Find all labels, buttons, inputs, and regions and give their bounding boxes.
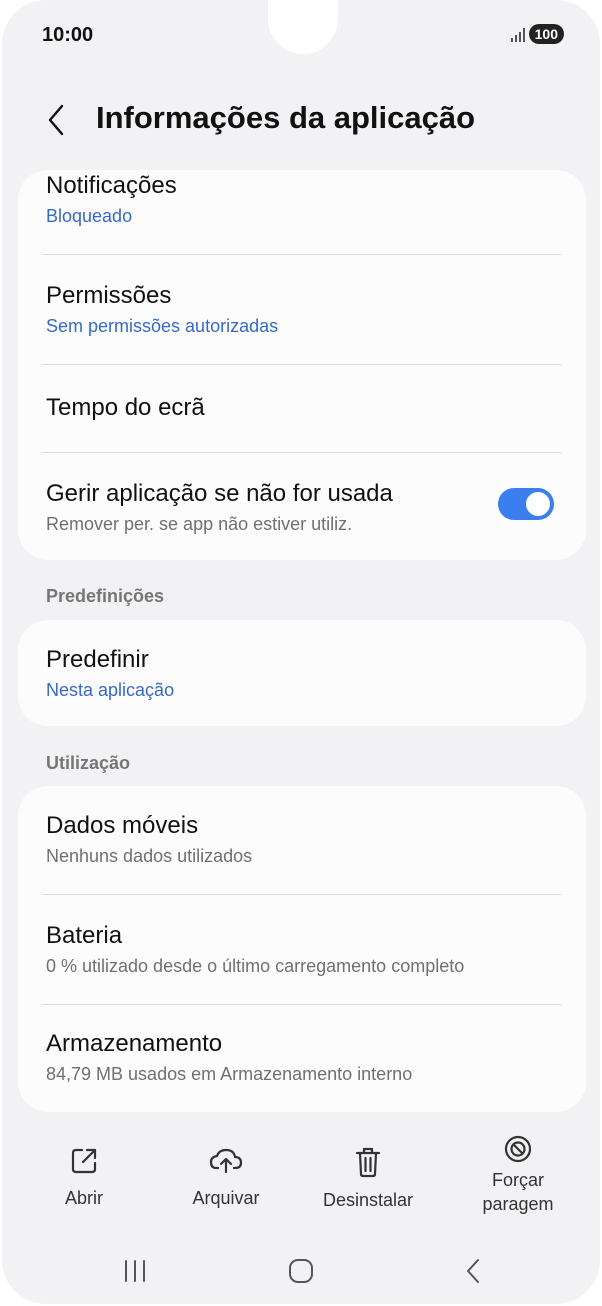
uninstall-label: Desinstalar bbox=[322, 1190, 414, 1210]
archive-button[interactable]: Arquivar bbox=[166, 1146, 286, 1210]
bottom-action-bar: Abrir Arquivar Desinstalar Forçar parage… bbox=[2, 1134, 600, 1244]
battery-indicator: 100 bbox=[528, 24, 564, 44]
status-icons: 100 bbox=[510, 24, 564, 44]
set-as-default-item[interactable]: Predefinir Nesta aplicação bbox=[46, 646, 558, 701]
trash-icon bbox=[355, 1147, 381, 1178]
camera-notch bbox=[268, 0, 338, 54]
storage-usage: 84,79 MB usados em Armazenamento interno bbox=[46, 1064, 413, 1084]
permissions-item[interactable]: Permissões Sem permissões autorizadas bbox=[46, 282, 558, 337]
open-label: Abrir bbox=[64, 1188, 103, 1208]
defaults-section-header: Predefinições bbox=[46, 586, 165, 606]
divider bbox=[42, 254, 562, 255]
permissions-title: Permissões bbox=[46, 282, 172, 309]
divider bbox=[42, 364, 562, 365]
battery-title: Bateria bbox=[46, 922, 123, 949]
manage-unused-item[interactable]: Gerir aplicação se não for usada Remover… bbox=[46, 480, 476, 535]
page-title: Informações da aplicação bbox=[96, 100, 476, 135]
manage-unused-toggle[interactable] bbox=[498, 488, 554, 520]
status-time: 10:00 bbox=[42, 24, 94, 46]
home-button[interactable] bbox=[286, 1256, 316, 1291]
system-navigation-bar bbox=[2, 1252, 600, 1292]
uninstall-button[interactable]: Desinstalar bbox=[308, 1146, 428, 1212]
mobile-data-title: Dados móveis bbox=[46, 812, 199, 839]
divider bbox=[42, 894, 562, 895]
set-as-default-status: Nesta aplicação bbox=[46, 680, 175, 700]
recent-apps-icon bbox=[125, 1260, 145, 1282]
mobile-data-item[interactable]: Dados móveis Nenhuns dados utilizados bbox=[46, 812, 558, 867]
notifications-title: Notificações bbox=[46, 172, 177, 199]
screen-time-title: Tempo do ecrã bbox=[46, 394, 205, 421]
back-nav-button[interactable] bbox=[458, 1256, 488, 1291]
permissions-status: Sem permissões autorizadas bbox=[46, 316, 279, 336]
force-stop-icon bbox=[504, 1135, 532, 1163]
home-icon bbox=[289, 1259, 313, 1283]
back-nav-icon bbox=[467, 1259, 479, 1283]
storage-title: Armazenamento bbox=[46, 1030, 223, 1057]
divider bbox=[42, 1004, 562, 1005]
screen-time-item[interactable]: Tempo do ecrã bbox=[46, 394, 558, 422]
force-stop-button[interactable]: Forçar paragem bbox=[458, 1134, 578, 1216]
defaults-card: Predefinir Nesta aplicação bbox=[18, 620, 586, 726]
open-button[interactable]: Abrir bbox=[24, 1146, 144, 1210]
back-arrow-icon bbox=[48, 104, 64, 136]
back-button[interactable] bbox=[42, 102, 74, 138]
manage-unused-description: Remover per. se app não estiver utiliz. bbox=[46, 514, 353, 534]
usage-card: Dados móveis Nenhuns dados utilizados Ba… bbox=[18, 786, 586, 1112]
mobile-data-usage: Nenhuns dados utilizados bbox=[46, 846, 253, 866]
force-stop-label-line1: Forçar bbox=[491, 1170, 544, 1190]
archive-label: Arquivar bbox=[192, 1188, 260, 1208]
signal-icon bbox=[510, 26, 525, 42]
notifications-item[interactable]: Notificações Bloqueado bbox=[46, 172, 558, 227]
cloud-upload-icon bbox=[209, 1148, 243, 1174]
toggle-knob bbox=[526, 492, 550, 516]
set-as-default-title: Predefinir bbox=[46, 646, 149, 673]
recent-apps-button[interactable] bbox=[120, 1256, 150, 1291]
force-stop-label: Forçar paragem bbox=[458, 1168, 578, 1216]
battery-item[interactable]: Bateria 0 % utilizado desde o último car… bbox=[46, 922, 558, 977]
force-stop-label-line2: paragem bbox=[482, 1194, 554, 1214]
manage-unused-title: Gerir aplicação se não for usada bbox=[46, 480, 393, 507]
usage-section-header: Utilização bbox=[46, 753, 131, 773]
open-external-icon bbox=[71, 1148, 97, 1174]
app-settings-card: Notificações Bloqueado Permissões Sem pe… bbox=[18, 170, 586, 560]
phone-screen: 10:00 100 Informações da aplicação Notif… bbox=[2, 0, 600, 1304]
storage-item[interactable]: Armazenamento 84,79 MB usados em Armazen… bbox=[46, 1030, 558, 1085]
notifications-status: Bloqueado bbox=[46, 206, 133, 226]
app-bar: Informações da aplicação bbox=[2, 96, 600, 146]
divider bbox=[42, 452, 562, 453]
battery-usage: 0 % utilizado desde o último carregament… bbox=[46, 956, 465, 976]
